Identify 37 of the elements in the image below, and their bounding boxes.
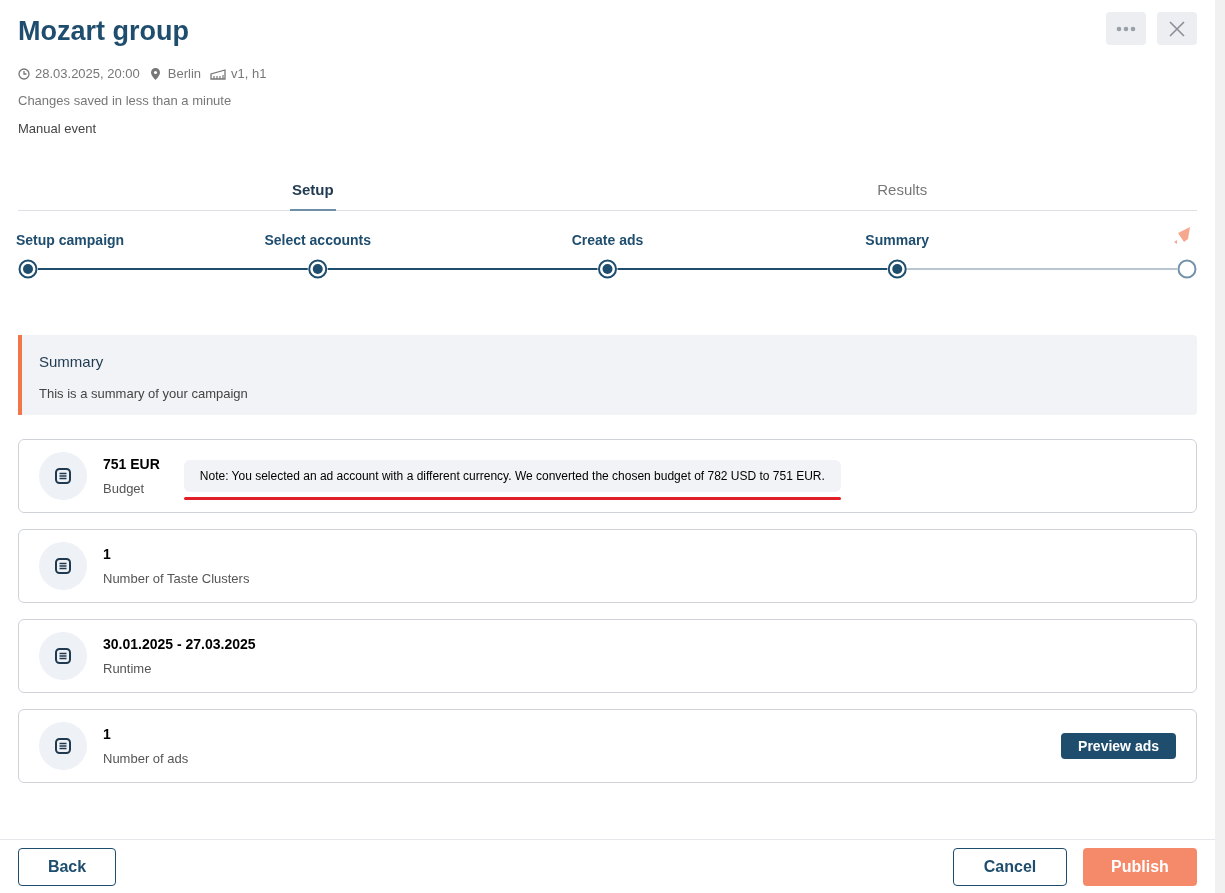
info-text: This is a summary of your campaign [39, 384, 249, 403]
step-label: Summary [865, 231, 930, 250]
back-button[interactable]: Back [18, 847, 116, 886]
summary-value: 751 EUR [103, 454, 160, 474]
event-venue: v1, h1 [231, 65, 267, 84]
more-button[interactable] [1106, 12, 1146, 45]
close-button[interactable] [1157, 12, 1197, 45]
summary-label: Budget [103, 479, 146, 498]
location-pin-icon [150, 68, 160, 80]
summary-label: Runtime [103, 659, 153, 678]
document-icon [39, 452, 87, 500]
summary-value: 30.01.2025 - 27.03.2025 [103, 634, 256, 654]
summary-value: 1 [103, 544, 112, 564]
save-status: Changes saved in less than a minute [18, 92, 233, 110]
tab[interactable]: Setup [289, 171, 336, 211]
tab[interactable]: Results [875, 171, 930, 211]
document-icon [39, 722, 87, 770]
event-location: Berlin [167, 65, 202, 84]
summary-label: Number of Taste Clusters [103, 569, 250, 588]
step-label: Select accounts [264, 231, 372, 250]
event-date: 28.03.2025, 20:00 [35, 65, 140, 84]
cancel-button[interactable]: Cancel [953, 847, 1067, 886]
step-label: Setup campaign [16, 231, 125, 250]
currency-note: Note: You selected an ad account with a different currency. We converted the chosen budget of 782 USD to 751 EUR. [183, 460, 841, 492]
event-type: Manual event [18, 119, 98, 138]
page-title: Mozart group [18, 15, 189, 48]
venue-icon [210, 68, 227, 80]
document-icon [39, 632, 87, 680]
clock-icon [18, 68, 30, 80]
step-label: Create ads [571, 231, 644, 250]
summary-label: Number of ads [103, 749, 189, 768]
info-title: Summary [39, 352, 105, 372]
close-icon [1169, 20, 1185, 37]
summary-value: 1 [103, 724, 112, 744]
preview-ads-button[interactable]: Preview ads [1061, 733, 1176, 759]
more-icon [1116, 25, 1136, 32]
document-icon [39, 542, 87, 590]
